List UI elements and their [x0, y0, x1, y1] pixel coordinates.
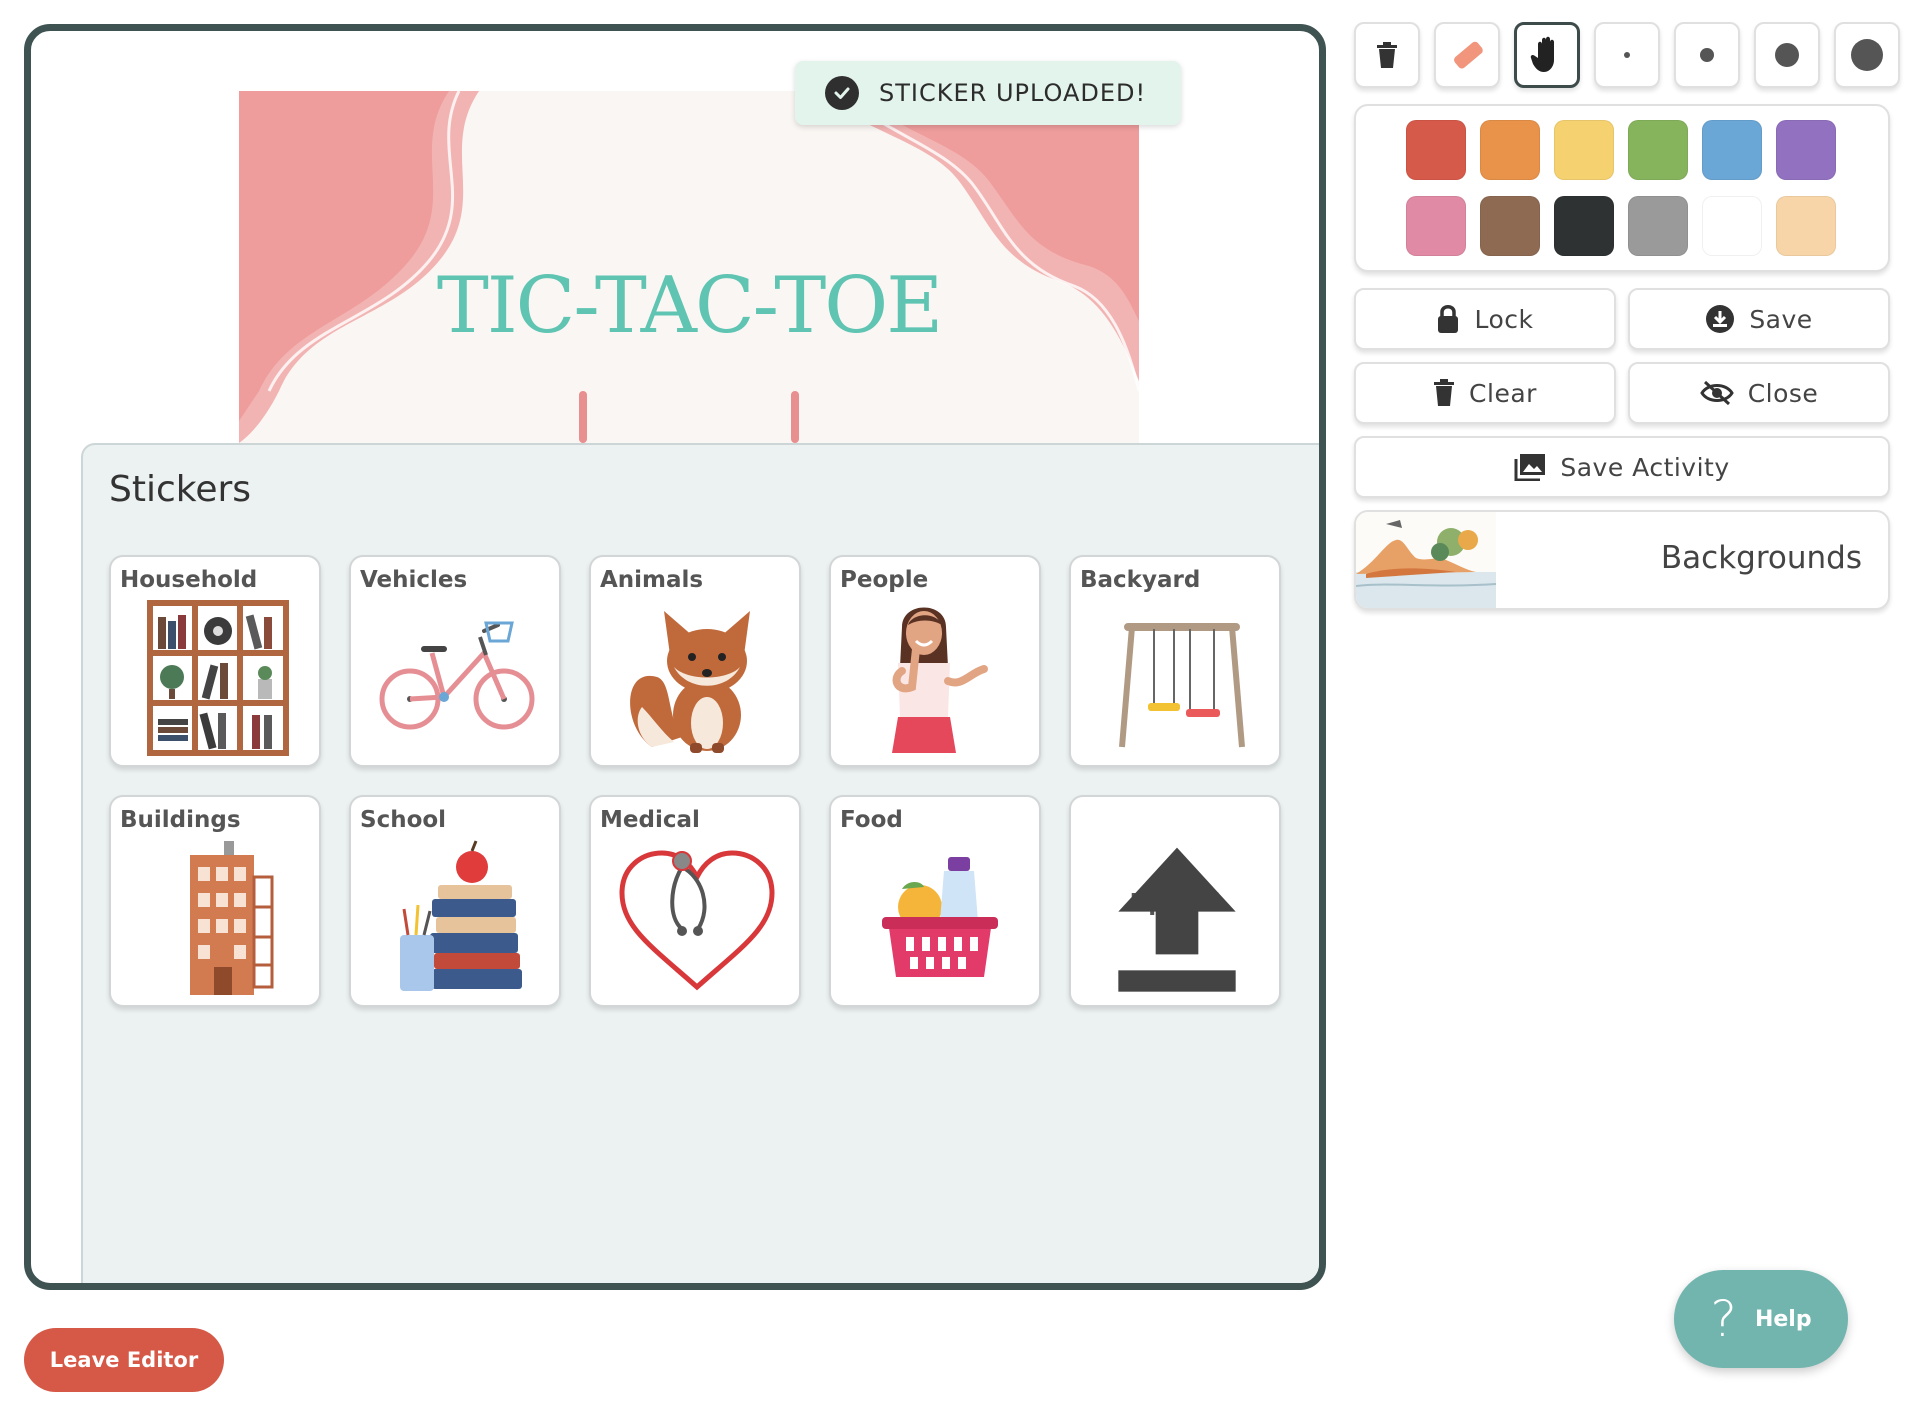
upload-sticker-button[interactable]: Upload	[1069, 795, 1281, 1007]
clear-label: Clear	[1469, 378, 1537, 408]
stickers-title: Stickers	[109, 469, 252, 510]
clear-button[interactable]: Clear	[1354, 362, 1616, 424]
category-label: Buildings	[120, 807, 241, 833]
sticker-category-vehicles[interactable]: Vehicles	[349, 555, 561, 767]
color-swatch[interactable]	[1776, 196, 1836, 256]
upload-arrow-icon	[1118, 847, 1236, 992]
trash-icon	[1434, 379, 1455, 406]
check-circle-icon	[825, 76, 859, 110]
color-swatch[interactable]	[1776, 120, 1836, 180]
building-icon	[190, 841, 274, 995]
toast-message: STICKER UPLOADED!	[879, 79, 1147, 107]
bicycle-icon	[379, 621, 535, 730]
sticker-uploaded-toast: STICKER UPLOADED!	[795, 61, 1181, 125]
help-label: Help	[1754, 1306, 1812, 1332]
canvas-background[interactable]: TIC-TAC-TOE	[239, 89, 1141, 443]
editor-canvas-frame: TIC-TAC-TOE STICKER UPLOADED! Stickers H…	[24, 24, 1326, 1290]
color-swatch[interactable]	[1628, 196, 1688, 256]
save-button[interactable]: Save	[1628, 288, 1890, 350]
trash-tool-button[interactable]	[1354, 22, 1420, 88]
hand-icon	[1530, 36, 1554, 72]
hand-tool-button[interactable]	[1514, 22, 1580, 88]
download-icon	[1706, 305, 1735, 333]
grocery-basket-icon	[882, 857, 998, 977]
person-icon	[892, 607, 988, 753]
dot-m-icon	[1775, 43, 1799, 67]
help-button[interactable]: ? Help	[1674, 1270, 1848, 1368]
canvas-title: TIC-TAC-TOE	[436, 261, 943, 351]
lock-icon	[1438, 305, 1459, 333]
brush-size-xs-button[interactable]	[1594, 22, 1660, 88]
sticker-category-backyard[interactable]: Backyard	[1069, 555, 1281, 767]
eye-off-icon	[1699, 380, 1734, 406]
category-label: Medical	[600, 807, 700, 833]
lock-label: Lock	[1474, 304, 1534, 334]
backgrounds-label: Backgrounds	[1660, 540, 1862, 576]
sticker-category-animals[interactable]: Animals	[589, 555, 801, 767]
brush-size-s-button[interactable]	[1674, 22, 1740, 88]
question-mark-icon: ?	[1710, 1290, 1737, 1348]
books-apple-icon	[400, 840, 522, 991]
dot-xs-icon	[1624, 52, 1630, 58]
swing-set-icon	[1119, 623, 1245, 748]
category-label: Food	[840, 807, 903, 833]
color-swatch[interactable]	[1480, 120, 1540, 180]
category-label: Backyard	[1080, 567, 1201, 593]
sticker-category-people[interactable]: People	[829, 555, 1041, 767]
sticker-category-medical[interactable]: Medical	[589, 795, 801, 1007]
save-activity-label: Save Activity	[1560, 452, 1730, 482]
color-swatch[interactable]	[1702, 196, 1762, 256]
save-activity-button[interactable]: Save Activity	[1354, 436, 1890, 498]
backgrounds-button[interactable]: Backgrounds	[1354, 510, 1890, 610]
swatch-grid	[1406, 120, 1836, 256]
color-swatch[interactable]	[1480, 196, 1540, 256]
category-label: Vehicles	[360, 567, 468, 593]
save-label: Save	[1749, 304, 1813, 334]
fox-icon	[630, 611, 750, 753]
bookshelf-icon	[147, 600, 289, 756]
category-label: People	[840, 567, 929, 593]
color-swatch[interactable]	[1554, 120, 1614, 180]
sticker-category-school[interactable]: School	[349, 795, 561, 1007]
color-swatch[interactable]	[1702, 120, 1762, 180]
landscape-thumbnail	[1356, 512, 1496, 608]
color-swatch[interactable]	[1628, 120, 1688, 180]
close-label: Close	[1747, 378, 1819, 408]
sticker-category-household[interactable]: Household	[109, 555, 321, 767]
stethoscope-heart-icon	[619, 850, 775, 991]
color-palette	[1354, 104, 1890, 272]
eraser-tool-button[interactable]	[1434, 22, 1500, 88]
dot-l-icon	[1851, 39, 1883, 71]
sticker-category-food[interactable]: Food	[829, 795, 1041, 1007]
leave-editor-button[interactable]: Leave Editor	[24, 1328, 224, 1392]
color-swatch[interactable]	[1406, 196, 1466, 256]
eraser-icon	[1454, 41, 1483, 69]
sticker-category-buildings[interactable]: Buildings	[109, 795, 321, 1007]
color-swatch[interactable]	[1554, 196, 1614, 256]
color-swatch[interactable]	[1406, 120, 1466, 180]
images-icon	[1514, 454, 1546, 481]
trash-icon	[1377, 42, 1397, 68]
brush-size-l-button[interactable]	[1834, 22, 1900, 88]
lock-button[interactable]: Lock	[1354, 288, 1616, 350]
close-button[interactable]: Close	[1628, 362, 1890, 424]
brush-size-m-button[interactable]	[1754, 22, 1820, 88]
tool-row	[1354, 22, 1900, 88]
dot-s-icon	[1700, 48, 1714, 62]
category-label: School	[360, 807, 447, 833]
category-label: Animals	[600, 567, 704, 593]
category-label: Household	[120, 567, 258, 593]
sticker-category-grid: Household Vehicles Animals People Backya…	[109, 555, 1281, 1007]
stickers-panel: Stickers Household Vehicles Animals Peop…	[81, 443, 1319, 1283]
